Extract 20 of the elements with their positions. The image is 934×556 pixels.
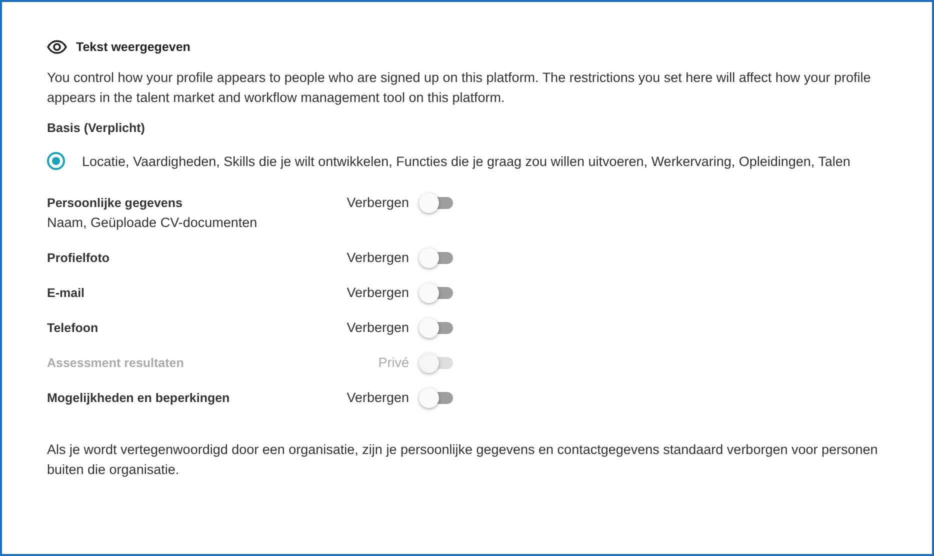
- toggle-label: Verbergen: [346, 194, 409, 212]
- setting-name: Telefoon: [47, 320, 100, 337]
- radio-label: Locatie, Vaardigheden, Skills die je wilt ontwikkelen, Functies die je graag zou willen uitvoeren, Werkervaring, Opleidingen, Talen: [82, 154, 850, 168]
- toggle-label: Privé: [377, 354, 409, 372]
- toggle-label: Verbergen: [346, 389, 409, 407]
- eye-icon: [47, 40, 67, 54]
- setting-name: Profielfoto: [47, 250, 110, 267]
- toggle-label: Verbergen: [346, 284, 409, 302]
- setting-name: Mogelijkheden en beperkingen: [47, 390, 231, 407]
- toggle-label: Verbergen: [346, 319, 409, 337]
- footnote-text: Als je wordt vertegenwoordigd door een organisatie, zijn je persoonlijke gegevens en contactgegevens standaard verborgen voor personen buiten die organisatie.: [47, 441, 879, 479]
- setting-name: Assessment resultaten: [47, 355, 185, 372]
- setting-name: Persoonlijke gegevens: [47, 195, 184, 212]
- section-title: Tekst weergegeven: [76, 40, 190, 54]
- intro-text: You control how your profile appears to people who are signed up on this platform. The restrictions you set here will affect how your profile appears in the talent market and workflow management tool on this platform.: [47, 69, 872, 107]
- setting-name: E-mail: [47, 285, 86, 302]
- basis-title: Basis (Verplicht): [47, 121, 146, 135]
- toggle-label: Verbergen: [346, 249, 409, 267]
- radio-button[interactable]: [47, 152, 65, 170]
- setting-detail: Naam, Geüploade CV-documenten: [47, 214, 258, 232]
